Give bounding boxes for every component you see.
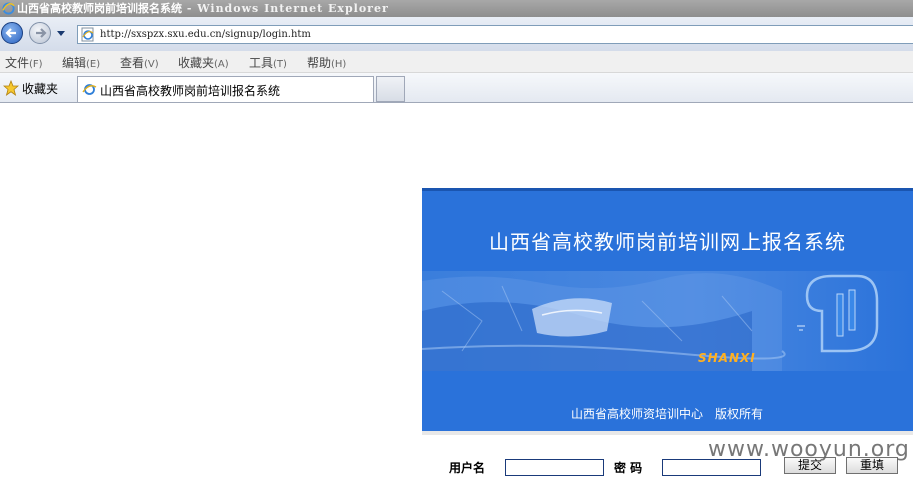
tab-active[interactable]: 山西省高校教师岗前培训报名系统: [77, 76, 374, 102]
forward-button[interactable]: [29, 22, 51, 44]
arrow-left-icon: [5, 28, 16, 38]
menu-favorites[interactable]: 收藏夹(A): [178, 54, 229, 71]
page-ie-icon: [81, 27, 94, 42]
tab-label: 山西省高校教师岗前培训报名系统: [100, 84, 281, 98]
tab-ie-icon: [82, 84, 97, 95]
username-label: 用户名: [449, 461, 486, 475]
address-toolbar: http://sxspzx.sxu.edu.cn/signup/login.ht…: [0, 17, 913, 51]
menu-file[interactable]: 文件(F): [5, 54, 43, 71]
menu-tools[interactable]: 工具(T): [249, 54, 287, 71]
arrow-right-icon: [36, 28, 47, 38]
menu-bar: 文件(F) 编辑(E) 查看(V) 收藏夹(A) 工具(T) 帮助(H): [0, 51, 913, 73]
menu-edit[interactable]: 编辑(E): [62, 54, 100, 71]
banner-top-line: [422, 188, 913, 191]
window-app-name: - Windows Internet Explorer: [182, 2, 389, 15]
banner-artwork: [422, 271, 913, 371]
new-tab-button[interactable]: [376, 76, 405, 102]
banner-shanxi-tag: SHANXI: [698, 351, 756, 365]
favorites-star-icon[interactable]: [3, 80, 19, 96]
menu-help[interactable]: 帮助(H): [307, 54, 346, 71]
window-titlebar: 山西省高校教师岗前培训报名系统 - Windows Internet Explo…: [0, 0, 913, 17]
window-title: 山西省高校教师岗前培训报名系统: [17, 2, 182, 15]
recent-pages-dropdown-icon[interactable]: [56, 28, 66, 38]
favorites-button[interactable]: 收藏夹: [22, 80, 58, 97]
address-field[interactable]: http://sxspzx.sxu.edu.cn/signup/login.ht…: [77, 25, 913, 44]
banner-copyright: 山西省高校师资培训中心 版权所有: [571, 407, 764, 421]
password-label: 密 码: [614, 461, 643, 475]
watermark-text: www.wooyun.org: [708, 437, 910, 462]
login-banner: 山西省高校教师岗前培训网上报名系统 SHANXI 山西省高校师资培训中心 版权所…: [422, 188, 913, 431]
ie-logo-icon: [2, 2, 15, 15]
menu-view[interactable]: 查看(V): [120, 54, 159, 71]
url-text: http://sxspzx.sxu.edu.cn/signup/login.ht…: [100, 29, 311, 40]
banner-title: 山西省高校教师岗前培训网上报名系统: [489, 230, 846, 254]
back-button[interactable]: [1, 22, 23, 44]
username-input[interactable]: [505, 459, 604, 476]
favorites-bar: 收藏夹 山西省高校教师岗前培训报名系统: [0, 73, 913, 103]
